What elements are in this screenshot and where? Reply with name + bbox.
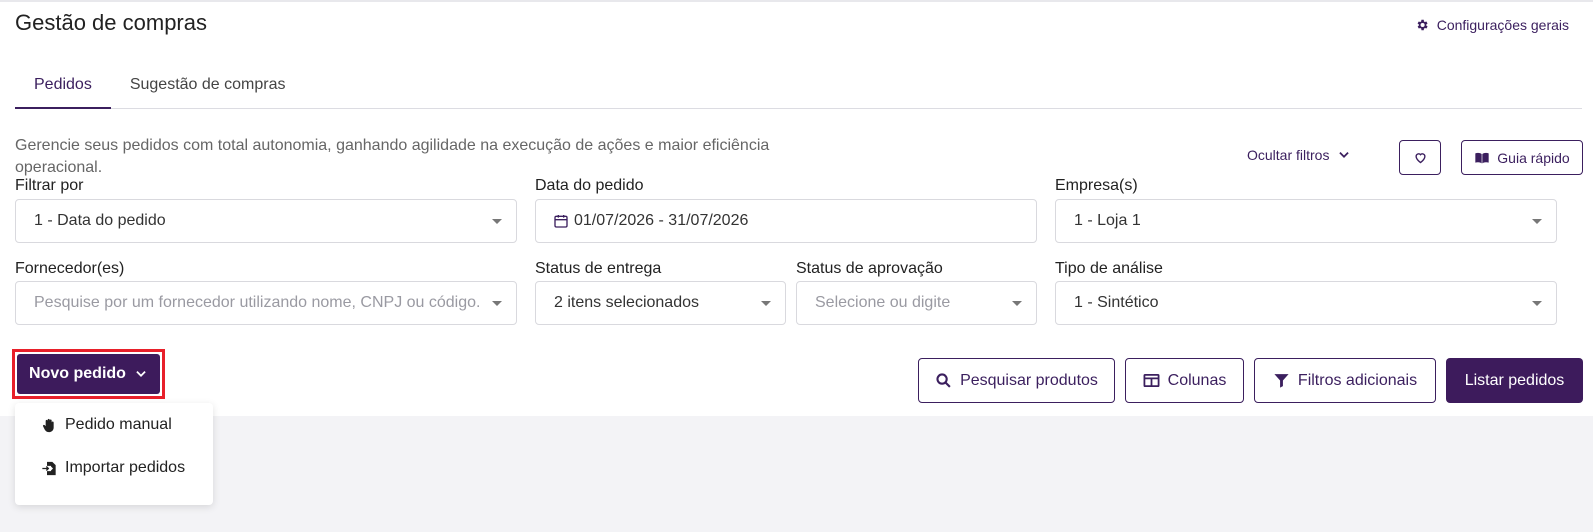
- delivery-status-value: 2 itens selecionados: [554, 294, 699, 311]
- tab-bar: Pedidos Sugestão de compras: [15, 66, 1582, 109]
- analysis-type-label: Tipo de análise: [1055, 260, 1163, 277]
- supplier-search-select[interactable]: Pesquise por um fornecedor utilizando no…: [15, 281, 517, 325]
- hide-filters-toggle[interactable]: Ocultar filtros: [1247, 147, 1351, 163]
- chevron-down-icon: [136, 371, 146, 377]
- supplier-label: Fornecedor(es): [15, 260, 125, 277]
- new-order-highlight: Novo pedido: [12, 349, 165, 399]
- delivery-status-label: Status de entrega: [535, 260, 662, 277]
- search-products-label: Pesquisar produtos: [960, 371, 1098, 389]
- dropdown-caret-icon: [1532, 219, 1542, 224]
- delivery-status-select[interactable]: 2 itens selecionados: [535, 281, 786, 325]
- book-icon: [1475, 152, 1489, 163]
- search-icon: [936, 373, 951, 388]
- new-order-button[interactable]: Novo pedido: [17, 354, 160, 394]
- filter-by-label: Filtrar por: [15, 177, 84, 194]
- additional-filters-label: Filtros adicionais: [1297, 371, 1418, 389]
- tab-sugestao-compras[interactable]: Sugestão de compras: [111, 66, 305, 109]
- analysis-type-value: 1 - Sintético: [1074, 294, 1159, 311]
- favorite-button[interactable]: [1399, 140, 1441, 175]
- columns-icon: [1143, 373, 1160, 388]
- dropdown-caret-icon: [492, 219, 502, 224]
- dropdown-caret-icon: [1012, 301, 1022, 306]
- config-link-label: Configurações gerais: [1436, 17, 1569, 33]
- filter-icon: [1274, 374, 1289, 388]
- list-orders-button[interactable]: Listar pedidos: [1446, 358, 1583, 403]
- dropdown-caret-icon: [492, 301, 502, 306]
- order-date-label: Data do pedido: [535, 177, 644, 194]
- import-file-icon: [42, 461, 56, 475]
- company-value: 1 - Loja 1: [1074, 212, 1141, 229]
- analysis-type-select[interactable]: 1 - Sintético: [1055, 281, 1557, 325]
- quick-guide-label: Guia rápido: [1497, 149, 1570, 166]
- menu-item-label: Importar pedidos: [65, 459, 186, 476]
- dropdown-caret-icon: [761, 301, 771, 306]
- menu-item-label: Pedido manual: [65, 416, 172, 433]
- approval-status-select[interactable]: Selecione ou digite: [796, 281, 1037, 325]
- dropdown-caret-icon: [1532, 301, 1542, 306]
- tab-pedidos[interactable]: Pedidos: [15, 66, 111, 109]
- calendar-icon: [554, 215, 568, 228]
- order-date-range-field[interactable]: 01/07/2026 - 31/07/2026: [535, 199, 1037, 243]
- supplier-placeholder: Pesquise por um fornecedor utilizando no…: [34, 294, 481, 311]
- page-description: Gerencie seus pedidos com total autonomi…: [15, 137, 770, 176]
- columns-label: Colunas: [1167, 371, 1227, 389]
- company-label: Empresa(s): [1055, 177, 1138, 194]
- page-title: Gestão de compras: [15, 10, 207, 35]
- additional-filters-button[interactable]: Filtros adicionais: [1254, 358, 1436, 403]
- columns-button[interactable]: Colunas: [1125, 358, 1244, 403]
- menu-item-manual-order[interactable]: Pedido manual: [41, 416, 172, 434]
- hide-filters-label: Ocultar filtros: [1247, 147, 1330, 163]
- gear-icon: [1417, 19, 1428, 31]
- heart-icon: [1414, 153, 1426, 164]
- top-divider: [0, 0, 1593, 2]
- filter-by-value: 1 - Data do pedido: [34, 212, 166, 229]
- approval-status-label: Status de aprovação: [796, 260, 943, 277]
- filter-by-select[interactable]: 1 - Data do pedido: [15, 199, 517, 243]
- quick-guide-button[interactable]: Guia rápido: [1461, 140, 1583, 175]
- company-select[interactable]: 1 - Loja 1: [1055, 199, 1557, 243]
- new-order-dropdown-menu: Pedido manual Importar pedidos: [15, 403, 213, 505]
- chevron-down-icon: [1339, 152, 1350, 158]
- hand-icon: [42, 418, 54, 432]
- order-date-value: 01/07/2026 - 31/07/2026: [574, 212, 749, 229]
- new-order-label: Novo pedido: [29, 365, 126, 382]
- config-link[interactable]: Configurações gerais: [1415, 17, 1569, 33]
- menu-item-import-orders[interactable]: Importar pedidos: [41, 459, 185, 477]
- approval-status-placeholder: Selecione ou digite: [815, 294, 951, 311]
- search-products-button[interactable]: Pesquisar produtos: [918, 358, 1115, 403]
